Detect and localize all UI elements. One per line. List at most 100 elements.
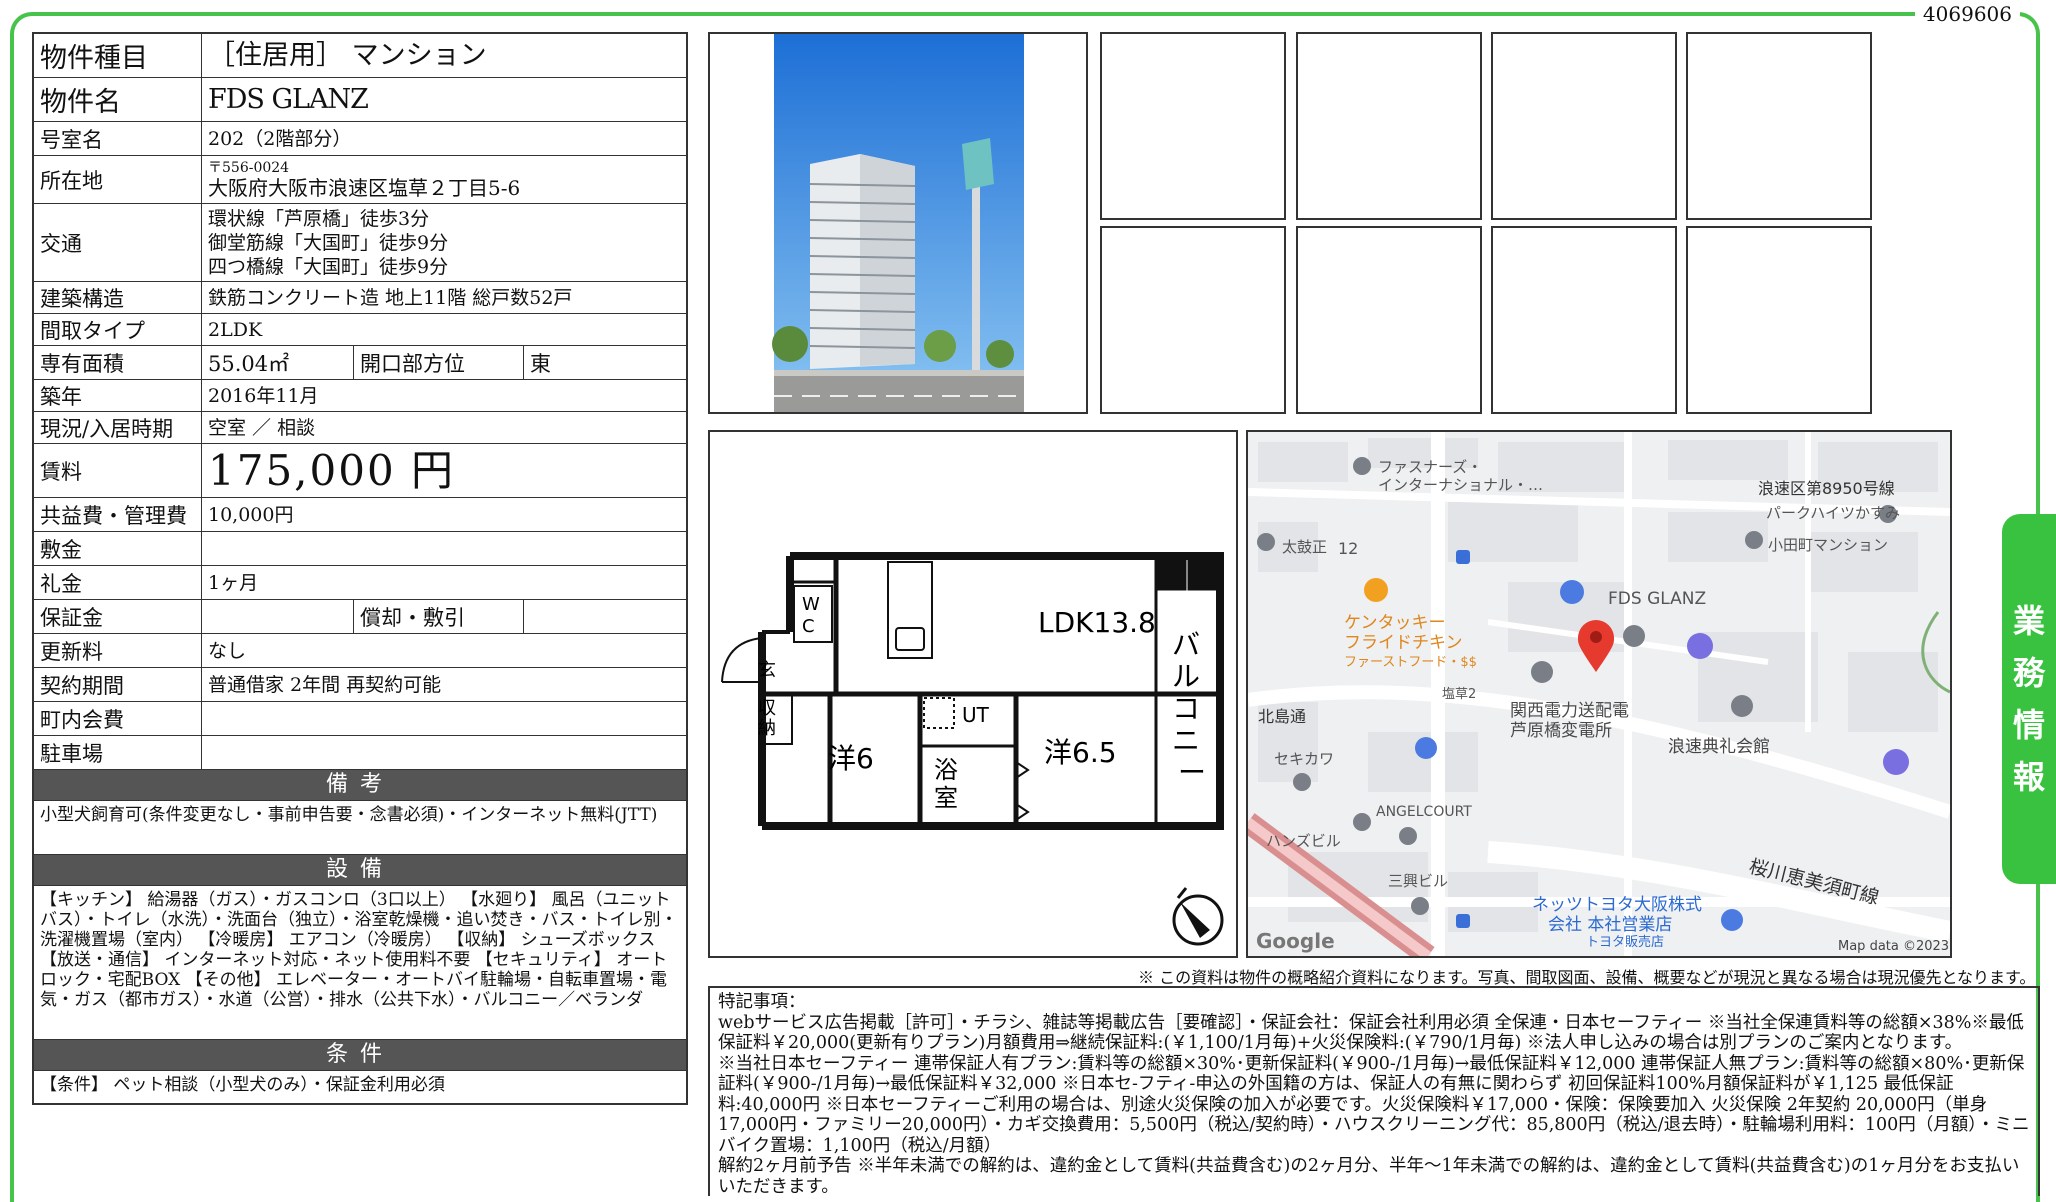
row-property-type: 物件種目 ［住居用］ マンション: [34, 34, 686, 78]
disclaimer-text: ※ この資料は物件の概略紹介資料になります。写真、間取図面、設備、概要などが現況…: [1138, 968, 2036, 987]
value: 2LDK: [208, 318, 263, 341]
remarks-header: 備考: [34, 770, 686, 801]
compass-icon: [1172, 887, 1224, 946]
map-label: セキカワ: [1274, 750, 1334, 768]
row-room-name: 号室名 202（2階部分）: [34, 122, 686, 156]
row-structure: 建築構造 鉄筋コンクリート造 地上11階 総戸数52戸: [34, 282, 686, 314]
property-info-table: 物件種目 ［住居用］ マンション 物件名 FDS GLANZ 号室名 202（2…: [32, 32, 688, 1105]
notes-paragraph: webサービス広告掲載［許可］・チラシ、雑誌等掲載広告［要確認］・保証会社：保証…: [718, 1012, 2024, 1054]
value: [202, 702, 686, 735]
row-contract-period: 契約期間 普通借家 2年間 再契約可能: [34, 668, 686, 702]
value: 1ヶ月: [208, 571, 259, 594]
row-deposit: 敷金: [34, 532, 686, 566]
postal-code: 〒556-0024: [208, 159, 290, 176]
floor-plan-drawing: LDK13.8 W C 玄 収 納 洋6 洋6.5 UT 浴 室 バ ル コ ニ…: [721, 552, 1224, 946]
side-tab-business-info[interactable]: 業 務 情 報: [2002, 514, 2056, 884]
room-storage-2: 納: [758, 718, 776, 739]
notes-paragraph: ※当社日本セーフティー 連帯保証人有プラン:賃料等の総額×30%･更新保証料(￥…: [718, 1053, 2030, 1156]
document-id: 4069606: [1914, 2, 2020, 26]
thumbnail-2[interactable]: [1296, 32, 1482, 220]
row-area: 専有面積 55.04㎡ 開口部方位 東: [34, 346, 686, 380]
floor-plan[interactable]: LDK13.8 W C 玄 収 納 洋6 洋6.5 UT 浴 室 バ ル コ ニ…: [708, 430, 1238, 958]
thumbnail-3[interactable]: [1491, 32, 1677, 220]
location-map[interactable]: ファスナーズ・ インターナショナル・… 浪速区第8950号線 パークハイツかすみ…: [1246, 430, 1952, 958]
label: 間取タイプ: [34, 314, 202, 345]
address: 大阪府大阪市浪速区塩草２丁目5-6: [208, 175, 521, 200]
label: 町内会費: [34, 702, 202, 735]
google-logo: Google: [1256, 929, 1335, 953]
building-photo[interactable]: [708, 32, 1088, 414]
map-label: ANGELCOURT: [1376, 804, 1472, 820]
map-label: 塩草2: [1442, 687, 1476, 702]
value: 55.04㎡: [202, 346, 354, 379]
sub-label: 償却・敷引: [354, 600, 524, 633]
label: 現況/入居時期: [34, 412, 202, 443]
map-label: ケンタッキー: [1344, 613, 1446, 633]
value: 202（2階部分）: [208, 127, 352, 150]
room-western-1: 洋6: [828, 742, 874, 775]
shop-pin-icon: [1415, 737, 1437, 759]
thumbnail-7[interactable]: [1491, 226, 1677, 414]
sub-label: 開口部方位: [354, 346, 524, 379]
room-bath-1: 浴: [934, 756, 958, 784]
value: 2016年11月: [208, 384, 319, 407]
thumbnail-1[interactable]: [1100, 32, 1286, 220]
value: [202, 532, 686, 565]
value: [202, 736, 686, 769]
room-wc-w: W: [802, 594, 820, 615]
row-common-fee: 共益費・管理費 10,000円: [34, 498, 686, 532]
map-label: 浪速典礼会館: [1668, 737, 1770, 757]
thumbnail-4[interactable]: [1686, 32, 1872, 220]
label: 保証金: [34, 600, 202, 633]
sub-value: 東: [530, 351, 551, 376]
conditions-text: 【条件】 ペット相談（小型犬のみ）・保証金利用必須: [40, 1075, 445, 1095]
label: 交通: [34, 204, 202, 281]
balcony-char: ニ: [1172, 724, 1200, 757]
thumbnail-6[interactable]: [1296, 226, 1482, 414]
map-label: パークハイツかすみ: [1766, 504, 1900, 522]
label: 契約期間: [34, 668, 202, 701]
side-tab-char: 務: [2012, 654, 2045, 692]
room-storage-1: 収: [758, 698, 776, 719]
label: 築年: [34, 380, 202, 411]
row-community-fee: 町内会費: [34, 702, 686, 736]
building-photo-image: [772, 34, 1024, 412]
row-key-money: 礼金 1ヶ月: [34, 566, 686, 600]
value: FDS GLANZ: [208, 83, 369, 115]
map-label: ハンズビル: [1266, 832, 1341, 850]
map-label: 関西電力送配電: [1510, 701, 1629, 721]
thumbnail-8[interactable]: [1686, 226, 1872, 414]
balcony-char: ー: [1178, 756, 1206, 789]
row-rent: 賃料 175,000 円: [34, 444, 686, 498]
room-bath-2: 室: [934, 784, 958, 812]
thumbnail-5[interactable]: [1100, 226, 1286, 414]
notes-title: 特記事項：: [718, 992, 806, 1012]
balcony-char: ル: [1172, 660, 1200, 693]
transport-line: 御堂筋線「大国町」徒歩9分: [208, 231, 449, 254]
label: 駐車場: [34, 736, 202, 769]
map-label: 小田町マンション: [1768, 536, 1888, 554]
row-property-name: 物件名 FDS GLANZ: [34, 78, 686, 122]
label: 共益費・管理費: [34, 498, 202, 531]
value: ［住居用］ マンション: [208, 39, 487, 71]
transport-line: 四つ橋線「大国町」徒歩9分: [208, 255, 449, 278]
map-label: 12: [1338, 539, 1358, 558]
label: 物件種目: [34, 34, 202, 77]
map-label: 浪速区第8950号線: [1758, 479, 1895, 498]
sub-value: [524, 600, 686, 633]
row-status: 現況/入居時期 空室 ／ 相談: [34, 412, 686, 444]
map-canvas: ファスナーズ・ インターナショナル・… 浪速区第8950号線 パークハイツかすみ…: [1248, 432, 1950, 956]
remarks-text: 小型犬飼育可(条件変更なし・事前申告要・念書必須)・インターネット無料(JTT): [34, 801, 686, 855]
map-label: ファスナーズ・: [1378, 458, 1482, 476]
map-label: 会社 本社営業店: [1548, 915, 1672, 935]
map-label: 太鼓正: [1282, 538, 1327, 556]
side-tab-char: 報: [2012, 758, 2045, 796]
row-address: 所在地 〒556-0024 大阪府大阪市浪速区塩草２丁目5-6: [34, 156, 686, 204]
row-parking: 駐車場: [34, 736, 686, 770]
label: 敷金: [34, 532, 202, 565]
equipment-text: 【キッチン】 給湯器（ガス）・ガスコンロ（3口以上） 【水廻り】 風呂（ユニット…: [34, 886, 686, 1040]
restaurant-pin-icon: [1364, 578, 1388, 602]
row-layout-type: 間取タイプ 2LDK: [34, 314, 686, 346]
room-entrance: 玄: [758, 660, 776, 681]
value: 鉄筋コンクリート造 地上11階 総戸数52戸: [208, 286, 573, 309]
